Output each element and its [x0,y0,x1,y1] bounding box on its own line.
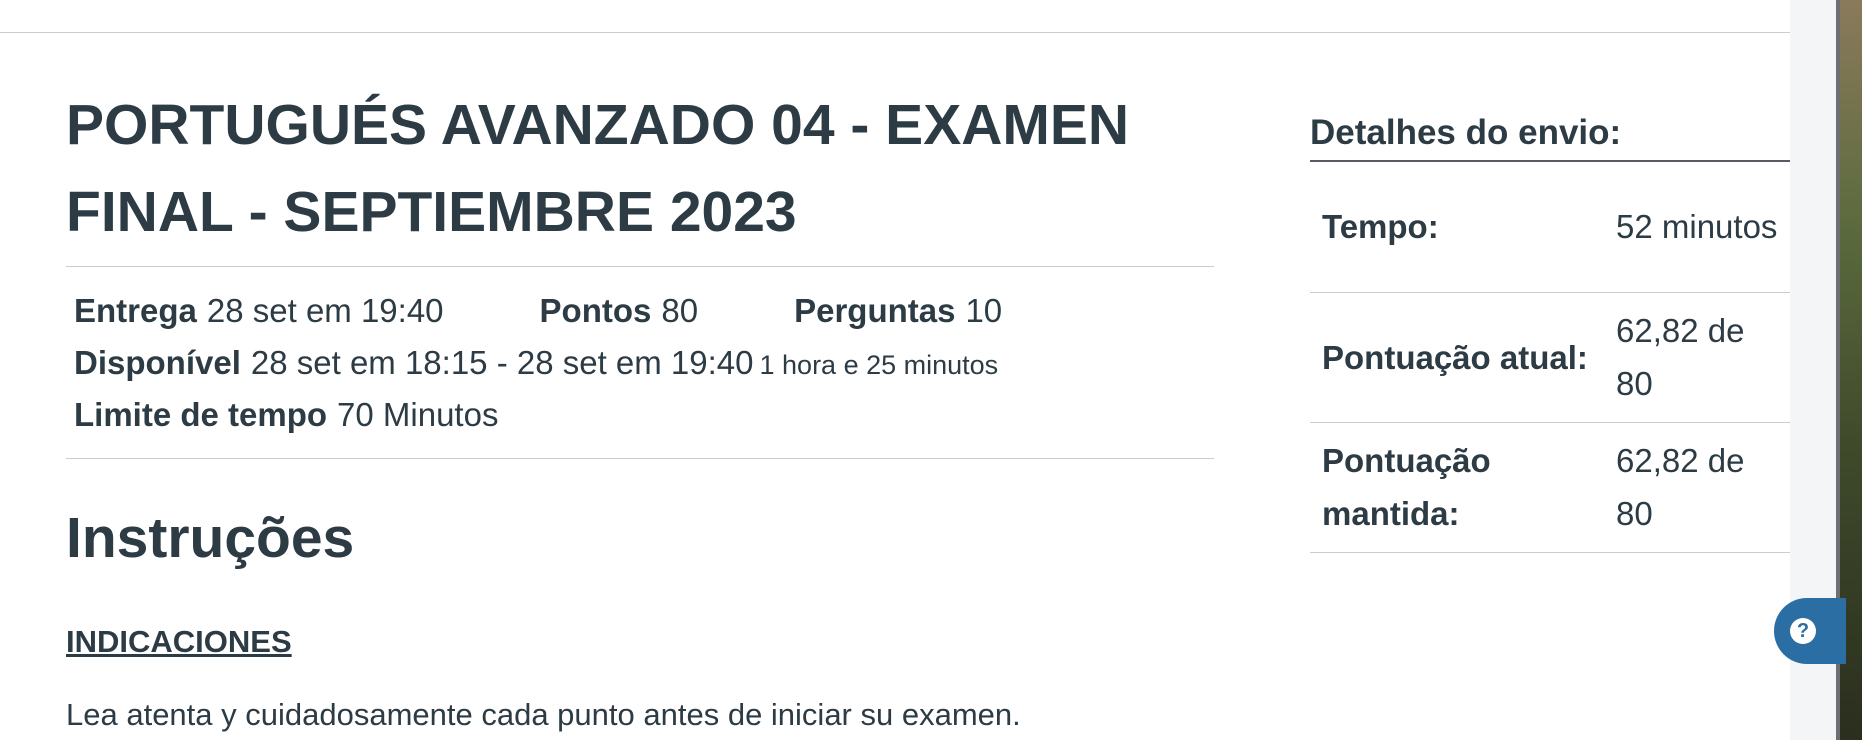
detail-value: 62,82 de 80 [1616,292,1790,423]
quiz-meta-row-due: Entrega 28 set em 19:40 Pontos 80 Perguntas 1… [74,291,1002,331]
time-limit-label: Limite de tempo [74,396,328,433]
instructions-heading: Instruções [66,506,355,570]
instructions-paragraph: Lea atenta y cuidadosamente cada punto a… [66,697,1021,732]
submission-details-heading: Detalhes do envio: [1310,108,1790,162]
due-label: Entrega [74,292,197,329]
top-divider [0,32,1790,33]
quiz-meta-row-time-limit: Limite de tempo 70 Minutos [74,395,498,435]
detail-row-kept-score: Pontuação mantida: 62,82 de 80 [1310,422,1790,553]
available-value: 28 set em 18:15 - 28 set em 19:40 [250,344,754,381]
help-question-icon: ? [1790,618,1816,644]
detail-label: Pontuação mantida: [1310,422,1616,553]
submission-details-panel: Detalhes do envio: Tempo: 52 minutos Pon… [1310,108,1790,553]
help-button[interactable]: ? [1774,598,1846,664]
questions-value: 10 [965,292,1003,329]
title-divider [66,266,1214,267]
detail-value: 52 minutos [1616,162,1790,293]
time-limit-value: 70 Minutos [337,396,499,433]
detail-label: Pontuação atual: [1310,292,1616,423]
points-value: 80 [661,292,699,329]
submission-details-table: Tempo: 52 minutos Pontuação atual: 62,82… [1310,162,1790,553]
detail-value: 62,82 de 80 [1616,422,1790,553]
detail-row-current-score: Pontuação atual: 62,82 de 80 [1310,292,1790,423]
quiz-meta-row-available: Disponível 28 set em 18:15 - 28 set em 19… [74,343,998,385]
meta-divider [66,458,1214,459]
quiz-title: PORTUGUÉS AVANZADO 04 - EXAMEN FINAL - S… [66,93,1130,244]
due-value: 28 set em 19:40 [206,292,444,329]
indications-heading: INDICACIONES [66,624,292,659]
available-label: Disponível [74,344,241,381]
questions-label: Perguntas [794,292,956,329]
available-duration: 1 hora e 25 minutos [759,350,999,380]
detail-label: Tempo: [1310,162,1616,293]
points-label: Pontos [539,292,652,329]
detail-row-time: Tempo: 52 minutos [1310,162,1790,293]
